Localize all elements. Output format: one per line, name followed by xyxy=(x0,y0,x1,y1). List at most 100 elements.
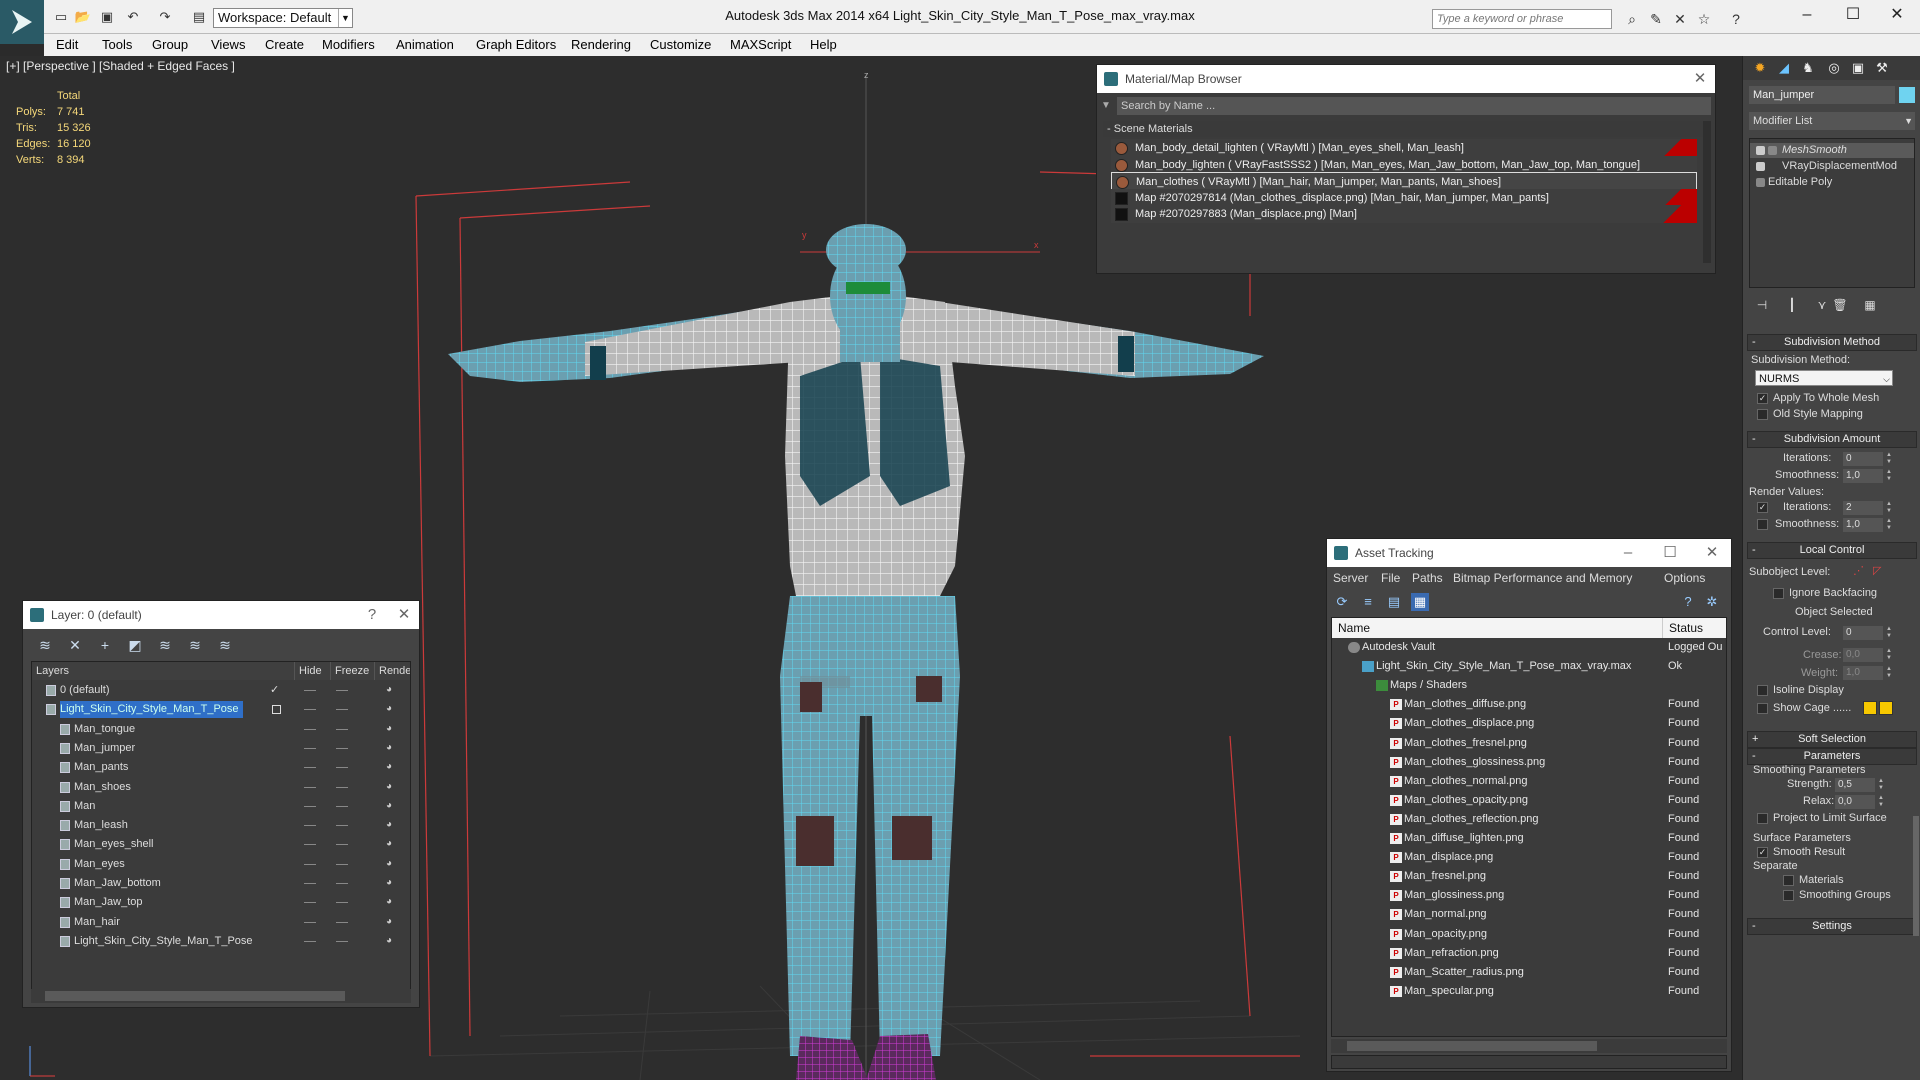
freeze-toggle[interactable] xyxy=(336,902,348,904)
material-browser-scrollbar[interactable] xyxy=(1703,121,1711,263)
stack-item-editable-poly[interactable]: Editable Poly xyxy=(1750,175,1914,190)
freeze-toggle[interactable] xyxy=(336,747,348,749)
maximize-icon[interactable]: ☐ xyxy=(1657,539,1683,567)
render-teapot-icon[interactable]: ◕ xyxy=(386,858,398,869)
render-teapot-icon[interactable]: ◕ xyxy=(386,742,398,753)
spinner-arrows-icon[interactable]: ▲ ▼ xyxy=(1885,626,1893,640)
freeze-toggle[interactable] xyxy=(336,844,348,846)
menu-tools[interactable]: Tools xyxy=(102,37,132,52)
material-browser-titlebar[interactable]: Material/Map Browser ✕ xyxy=(1097,65,1715,93)
hide-toggle[interactable] xyxy=(304,921,316,923)
scene-materials-group[interactable]: - Scene Materials xyxy=(1103,121,1703,137)
triangle-down-icon[interactable]: ▼ xyxy=(1101,97,1115,115)
asset-row[interactable]: P Man_specular.png Found xyxy=(1332,982,1726,1001)
detail-view-icon[interactable]: ▤ xyxy=(1385,593,1403,611)
asset-row[interactable]: Maps / Shaders xyxy=(1332,676,1726,695)
freeze-toggle[interactable] xyxy=(336,767,348,769)
spinner-arrows-icon[interactable]: ▲ ▼ xyxy=(1885,648,1893,662)
menu-graph-editors[interactable]: Graph Editors xyxy=(476,37,556,52)
lightbulb-icon[interactable] xyxy=(1756,146,1765,155)
close-icon[interactable]: ✕ xyxy=(391,601,417,629)
hide-toggle[interactable] xyxy=(304,728,316,730)
close-icon[interactable]: ✕ xyxy=(1687,65,1713,93)
separate-smoothing-checkbox[interactable] xyxy=(1783,890,1794,901)
asset-horizontal-scrollbar[interactable] xyxy=(1331,1039,1727,1053)
menu-maxscript[interactable]: MAXScript xyxy=(730,37,791,52)
freeze-toggle[interactable] xyxy=(336,805,348,807)
weight-spinner[interactable]: 1,0 xyxy=(1843,666,1883,680)
spinner-arrows-icon[interactable]: ▲ ▼ xyxy=(1885,469,1893,483)
refresh-icon[interactable]: ⟳ xyxy=(1333,593,1351,611)
menu-animation[interactable]: Animation xyxy=(396,37,454,52)
select-objects-icon[interactable]: ◩ xyxy=(125,636,145,654)
layer-row[interactable]: Man_leash ◕ xyxy=(32,816,410,835)
hide-all-icon[interactable]: ≋ xyxy=(185,636,205,654)
pin-stack-icon[interactable]: ⊣ xyxy=(1753,296,1771,314)
stack-item-meshsmooth[interactable]: MeshSmooth xyxy=(1750,143,1914,158)
menu-rendering[interactable]: Rendering xyxy=(571,37,631,52)
asset-menu-options[interactable]: Options xyxy=(1664,571,1705,585)
asset-row[interactable]: P Man_Scatter_radius.png Found xyxy=(1332,963,1726,982)
hide-toggle[interactable] xyxy=(304,825,316,827)
column-layers[interactable]: Layers xyxy=(32,662,69,680)
expand-icon[interactable] xyxy=(1768,146,1777,155)
smooth-result-checkbox[interactable]: ✓ xyxy=(1757,847,1768,858)
exchange-icon[interactable]: ✕ xyxy=(1670,9,1690,29)
spinner-arrows-icon[interactable]: ▲ ▼ xyxy=(1885,666,1893,680)
menu-create[interactable]: Create xyxy=(265,37,304,52)
asset-row[interactable]: P Man_clothes_fresnel.png Found xyxy=(1332,734,1726,753)
spinner-arrows-icon[interactable]: ▲ ▼ xyxy=(1885,501,1893,515)
spinner-arrows-icon[interactable]: ▲ ▼ xyxy=(1877,795,1885,809)
asset-row[interactable]: Light_Skin_City_Style_Man_T_Pose_max_vra… xyxy=(1332,657,1726,676)
iterations-spinner[interactable]: 0 xyxy=(1843,452,1883,466)
layer-row[interactable]: Man_hair ◕ xyxy=(32,913,410,932)
menu-customize[interactable]: Customize xyxy=(650,37,711,52)
render-teapot-icon[interactable]: ◕ xyxy=(386,762,398,772)
spinner-arrows-icon[interactable]: ▲ ▼ xyxy=(1885,518,1893,532)
undo-icon[interactable]: ↶ xyxy=(124,8,142,26)
layer-row[interactable]: Man_eyes_shell ◕ xyxy=(32,835,410,854)
asset-row[interactable]: Autodesk Vault Logged Ou xyxy=(1332,638,1726,657)
vertex-level-icon[interactable]: ⋰ xyxy=(1853,564,1864,577)
layer-row[interactable]: Man ◕ xyxy=(32,797,410,816)
rollout-subdivision-method[interactable]: - Subdivision Method xyxy=(1747,334,1917,351)
open-file-icon[interactable]: 📂 xyxy=(74,8,92,26)
render-smoothness-spinner[interactable]: 1,0 xyxy=(1843,518,1883,532)
apply-whole-mesh-checkbox[interactable]: ✓ xyxy=(1757,393,1768,404)
tab-utilities-icon[interactable]: ⚒ xyxy=(1871,59,1893,77)
stack-item-vray-displacement[interactable]: VRayDisplacementMod xyxy=(1750,159,1914,174)
show-cage-checkbox[interactable] xyxy=(1757,703,1768,714)
tab-motion-icon[interactable]: ◎ xyxy=(1823,59,1845,77)
column-render[interactable]: Rende xyxy=(374,662,410,680)
hide-toggle[interactable] xyxy=(304,747,316,749)
object-name-field[interactable]: Man_jumper xyxy=(1749,86,1895,104)
freeze-toggle[interactable] xyxy=(336,921,348,923)
tab-modify-icon[interactable]: ◢ xyxy=(1773,59,1795,77)
new-file-icon[interactable]: ▭ xyxy=(52,8,70,26)
menu-edit[interactable]: Edit xyxy=(56,37,78,52)
delete-layer-icon[interactable]: ✕ xyxy=(65,636,85,654)
remove-modifier-icon[interactable]: 🗑 xyxy=(1831,296,1849,314)
active-layer-check[interactable]: ✓ xyxy=(270,681,279,700)
close-icon[interactable]: ✕ xyxy=(1699,539,1725,567)
minimize-button[interactable]: – xyxy=(1784,0,1830,30)
control-level-spinner[interactable]: 0 xyxy=(1843,626,1883,640)
isoline-display-checkbox[interactable] xyxy=(1757,685,1768,696)
help-icon[interactable]: ? xyxy=(359,601,385,629)
cage-color-swatch-2[interactable] xyxy=(1879,701,1893,715)
asset-row[interactable]: P Man_opacity.png Found xyxy=(1332,925,1726,944)
hide-toggle[interactable] xyxy=(304,940,316,942)
hide-toggle[interactable] xyxy=(304,767,316,769)
rollout-settings[interactable]: - Settings xyxy=(1747,918,1917,935)
material-row[interactable]: Man_body_detail_lighten ( VRayMtl ) [Man… xyxy=(1111,139,1697,157)
highlight-layer-icon[interactable]: ≋ xyxy=(155,636,175,654)
layer-panel-titlebar[interactable]: Layer: 0 (default) ? ✕ xyxy=(23,601,419,629)
hide-toggle[interactable] xyxy=(304,805,316,807)
menu-help[interactable]: Help xyxy=(810,37,837,52)
material-search-input[interactable]: Search by Name ... xyxy=(1117,97,1711,115)
character-model[interactable] xyxy=(448,224,1264,1080)
render-teapot-icon[interactable]: ◕ xyxy=(386,704,398,714)
show-end-result-icon[interactable]: ┃ xyxy=(1783,296,1801,314)
material-row[interactable]: Map #2070297814 (Man_clothes_displace.pn… xyxy=(1111,188,1697,207)
rollout-local-control[interactable]: - Local Control xyxy=(1747,542,1917,559)
